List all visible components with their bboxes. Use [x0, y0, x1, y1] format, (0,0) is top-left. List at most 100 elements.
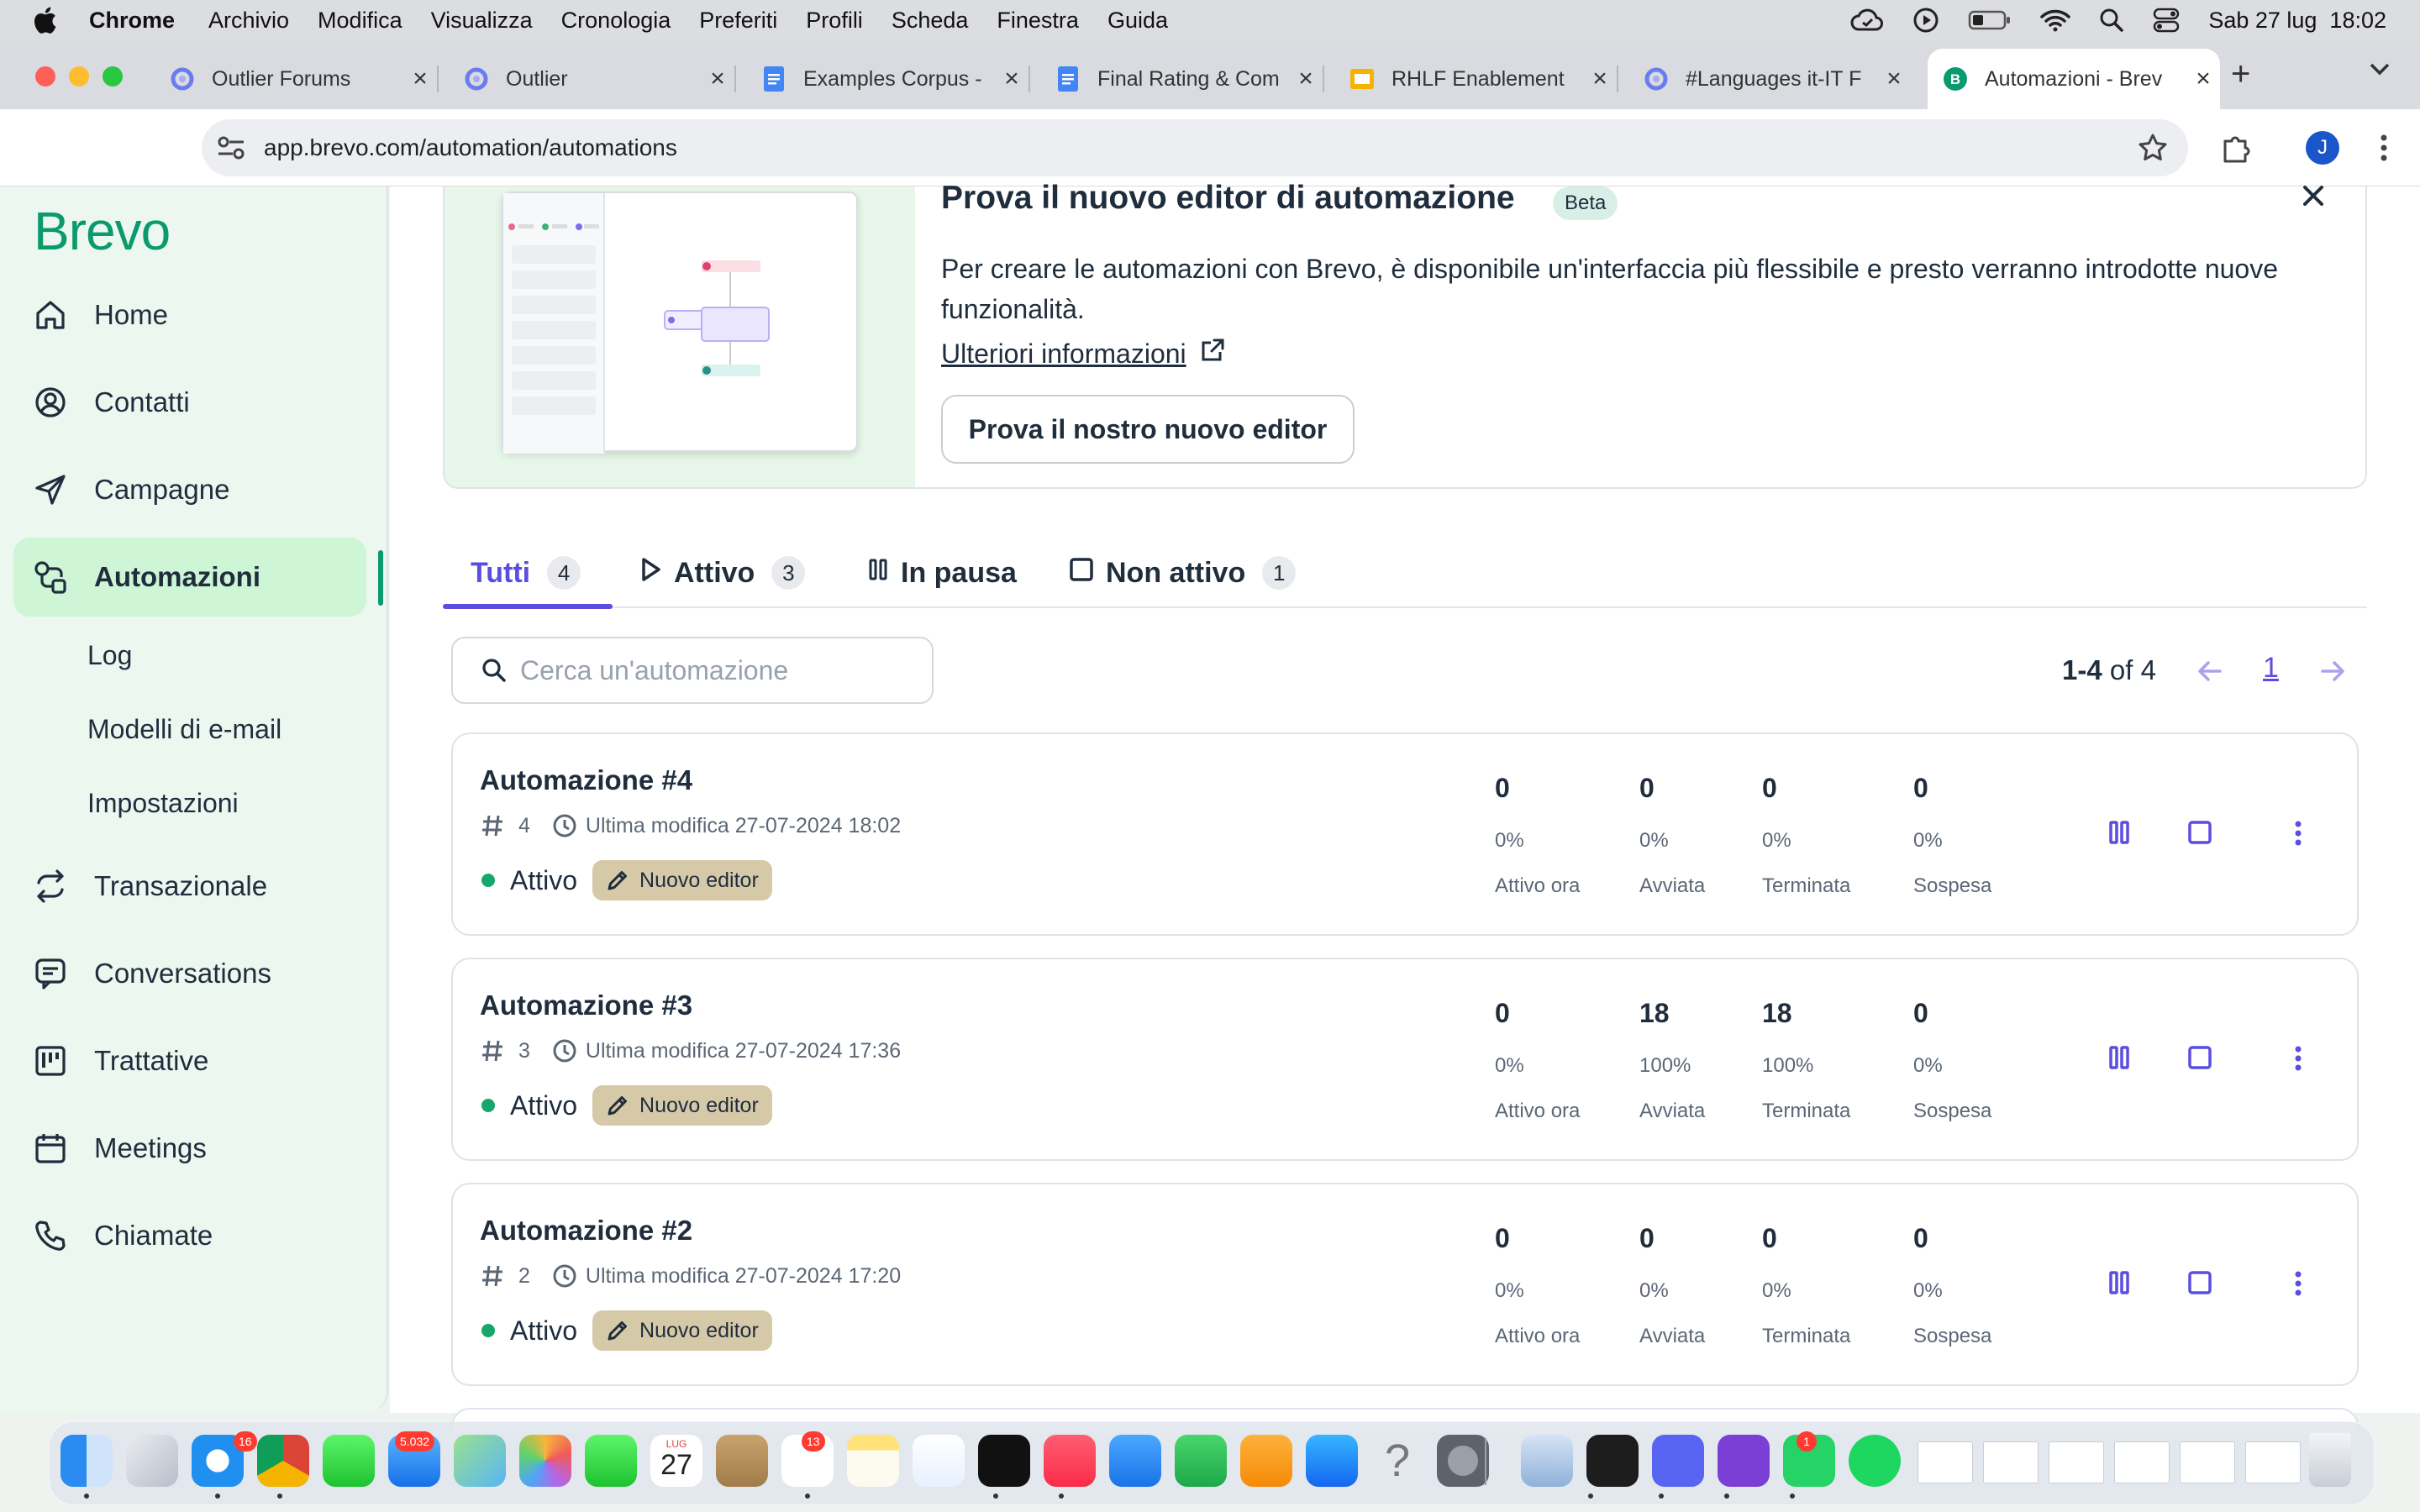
url-text[interactable]: app.brevo.com/automation/automations [264, 134, 677, 161]
next-page-arrow-icon[interactable] [2319, 659, 2346, 688]
sidebar-item-contatti[interactable]: Contatti [13, 363, 366, 442]
chrome-menu-icon[interactable] [2378, 133, 2390, 167]
apple-icon[interactable] [32, 6, 60, 34]
music-icon[interactable] [1044, 1435, 1096, 1487]
help-icon[interactable]: ? [1371, 1435, 1423, 1487]
menu-visualizza[interactable]: Visualizza [431, 8, 533, 34]
minimized-window-thumbnail[interactable] [2049, 1441, 2104, 1483]
discord-icon[interactable] [1652, 1435, 1704, 1487]
tab-automazioni-brevo[interactable]: B Automazioni - Brev × [1928, 49, 2220, 109]
sidebar-subitem-impostazioni[interactable]: Impostazioni [87, 788, 239, 819]
automation-card[interactable]: Automazione #3 3 Ultima modifica 27-07-2… [451, 958, 2359, 1161]
minimized-window-thumbnail[interactable] [1918, 1441, 1973, 1483]
tab-close-icon[interactable]: × [403, 65, 437, 93]
tab-outlier-forums[interactable]: Outlier Forums × [155, 49, 439, 109]
notes-icon[interactable] [847, 1435, 899, 1487]
github-desktop-icon[interactable] [1718, 1435, 1770, 1487]
sidebar-item-conversations[interactable]: Conversations [13, 934, 366, 1013]
sidebar-item-campagne[interactable]: Campagne [13, 450, 366, 529]
sidebar-item-meetings[interactable]: Meetings [13, 1109, 366, 1188]
chrome-icon[interactable] [257, 1435, 309, 1487]
sidebar-subitem-log[interactable]: Log [87, 640, 132, 671]
more-options-icon[interactable] [2293, 820, 2303, 851]
menu-archivio[interactable]: Archivio [208, 8, 289, 34]
pause-button[interactable] [2108, 1270, 2130, 1299]
new-tab-plus-icon[interactable]: + [2231, 55, 2250, 93]
minimized-window-thumbnail[interactable] [1983, 1441, 2039, 1483]
minimized-window-thumbnail[interactable] [2245, 1441, 2301, 1483]
appletv-icon[interactable] [978, 1435, 1030, 1487]
tab-close-icon[interactable]: × [1583, 65, 1617, 93]
tab-tutti[interactable]: Tutti 4 [471, 538, 581, 608]
keynote-icon[interactable] [1109, 1435, 1161, 1487]
facetime-icon[interactable] [585, 1435, 637, 1487]
prev-page-arrow-icon[interactable] [2196, 659, 2223, 688]
automation-title[interactable]: Automazione #2 [480, 1215, 692, 1247]
numbers-icon[interactable] [1175, 1435, 1227, 1487]
tab-non-attivo[interactable]: Non attivo 1 [1069, 538, 1297, 608]
sidebar-item-chiamate[interactable]: Chiamate [13, 1196, 366, 1275]
window-zoom-button[interactable] [103, 66, 123, 87]
menu-profili[interactable]: Profili [806, 8, 863, 34]
tab-search-chevron-icon[interactable] [2368, 60, 2391, 81]
freeform-icon[interactable] [913, 1435, 965, 1487]
sidebar-item-transazionale[interactable]: Transazionale [13, 847, 366, 926]
tab-examples-corpus[interactable]: Examples Corpus - × [746, 49, 1030, 109]
brevo-logo[interactable]: Brevo [34, 200, 171, 262]
menu-modifica[interactable]: Modifica [318, 8, 402, 34]
window-minimize-button[interactable] [69, 66, 89, 87]
messages-icon[interactable] [323, 1435, 375, 1487]
tab-close-icon[interactable]: × [701, 65, 734, 93]
wifi-icon[interactable] [2040, 8, 2071, 32]
automation-title[interactable]: Automazione #3 [480, 990, 692, 1021]
system-settings-icon[interactable] [1437, 1435, 1489, 1487]
sidebar-subitem-modelli[interactable]: Modelli di e-mail [87, 714, 281, 745]
try-new-editor-button[interactable]: Prova il nostro nuovo editor [941, 395, 1355, 464]
extensions-puzzle-icon[interactable] [2218, 131, 2252, 169]
spotify-icon[interactable] [1849, 1435, 1901, 1487]
photos-icon[interactable] [519, 1435, 571, 1487]
tab-outlier[interactable]: Outlier × [449, 49, 736, 109]
bookmark-star-icon[interactable] [2138, 133, 2168, 167]
tab-close-icon[interactable]: × [2186, 65, 2220, 93]
tab-close-icon[interactable]: × [1877, 65, 1911, 93]
sidebar-item-trattative[interactable]: Trattative [13, 1021, 366, 1100]
stop-button[interactable] [2187, 820, 2212, 849]
menu-scheda[interactable]: Scheda [892, 8, 969, 34]
automation-title[interactable]: Automazione #4 [480, 764, 692, 796]
page-number-link[interactable]: 1 [2263, 652, 2279, 685]
pause-button[interactable] [2108, 820, 2130, 849]
tab-rhlf-enablement[interactable]: RHLF Enablement × [1334, 49, 1618, 109]
battery-icon[interactable] [1968, 9, 2012, 31]
tab-close-icon[interactable]: × [1289, 65, 1323, 93]
stop-button[interactable] [2187, 1045, 2212, 1074]
minimized-window-thumbnail[interactable] [2180, 1441, 2235, 1483]
tab-attivo[interactable]: Attivo 3 [640, 538, 806, 608]
terminal-icon[interactable] [1586, 1435, 1639, 1487]
calendar-app-icon[interactable]: LUG 27 [650, 1435, 702, 1487]
menu-guida[interactable]: Guida [1107, 8, 1168, 34]
finder-icon[interactable] [60, 1435, 113, 1487]
window-close-button[interactable] [35, 66, 55, 87]
control-center-icon[interactable] [2153, 8, 2180, 33]
tab-in-pausa[interactable]: In pausa [867, 538, 1017, 608]
more-options-icon[interactable] [2293, 1045, 2303, 1076]
menu-app-name[interactable]: Chrome [89, 8, 175, 34]
profile-avatar[interactable]: J [2306, 131, 2339, 165]
menubar-clock[interactable]: Sab 27 lug 18:02 [2208, 8, 2386, 34]
menu-preferiti[interactable]: Preferiti [699, 8, 777, 34]
launchpad-icon[interactable] [126, 1435, 178, 1487]
address-bar[interactable]: app.brevo.com/automation/automations [202, 119, 2188, 176]
pages-icon[interactable] [1240, 1435, 1292, 1487]
learn-more-link[interactable]: Ulteriori informazioni [941, 338, 1225, 370]
preview-icon[interactable] [1521, 1435, 1573, 1487]
tab-close-icon[interactable]: × [995, 65, 1028, 93]
search-input[interactable]: Cerca un'automazione [451, 637, 934, 704]
close-icon[interactable] [2301, 183, 2326, 213]
menu-cronologia[interactable]: Cronologia [561, 8, 671, 34]
tab-languages-it[interactable]: #Languages it-IT F × [1628, 49, 1911, 109]
maps-icon[interactable] [454, 1435, 506, 1487]
play-circle-icon[interactable] [1912, 7, 1939, 34]
appstore-icon[interactable] [1306, 1435, 1358, 1487]
contacts-app-icon[interactable] [716, 1435, 768, 1487]
